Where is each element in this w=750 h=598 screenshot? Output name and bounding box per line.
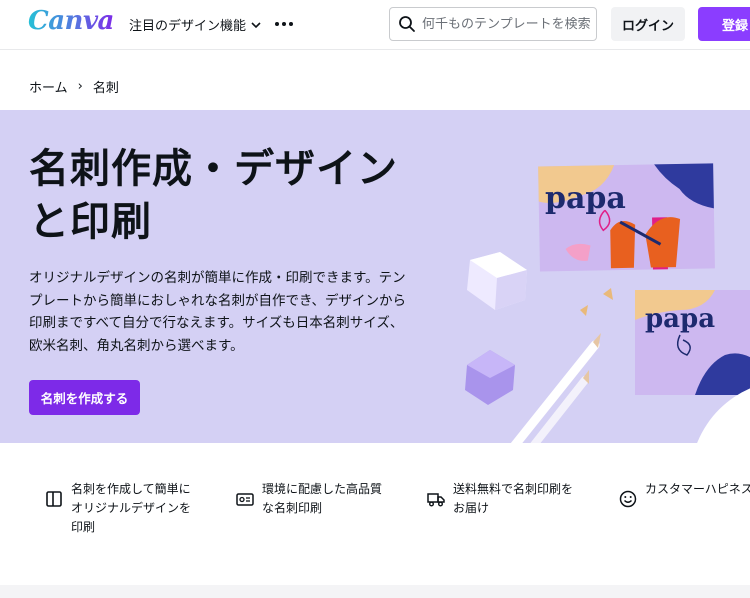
feature-item: 環境に配慮した高品質な名刺印刷 [236, 480, 387, 518]
featured-design-menu-label: 注目のデザイン機能 [129, 19, 247, 34]
card-bottom-text: papa [645, 304, 715, 334]
featured-design-menu[interactable]: 注目のデザイン機能 [129, 15, 262, 34]
breadcrumb-home-link[interactable]: ホーム [29, 77, 68, 96]
business-card-illustration: papa papa [465, 163, 750, 443]
signup-button[interactable]: 登録 [698, 7, 750, 41]
feature-text: カスタマーハピネス追求 [645, 482, 750, 496]
chevron-down-icon [251, 21, 261, 28]
more-menu-button[interactable] [272, 12, 296, 36]
shaving-decoration [603, 288, 613, 300]
breadcrumb-separator-icon: › [77, 79, 83, 94]
logo-text: Canva [28, 6, 114, 36]
page-title: 名刺作成・デザインと印刷 [29, 146, 398, 245]
feature-item: 名刺を作成して簡単にオリジナルデザインを印刷 [45, 480, 201, 537]
feature-text: 名刺を作成して簡単にオリジナルデザインを印刷 [71, 482, 192, 534]
more-dot-icon [289, 22, 293, 26]
feature-text: 送料無料で名刺印刷をお届け [453, 482, 574, 515]
search-box[interactable] [389, 7, 597, 41]
id-card-icon [236, 493, 254, 506]
search-input[interactable] [422, 16, 590, 32]
more-dot-icon [282, 22, 286, 26]
card-top-image [538, 163, 715, 272]
hero-description: オリジナルデザインの名刺が簡単に作成・印刷できます。テンプレートから簡単におしゃ… [29, 270, 407, 354]
truck-icon [427, 493, 445, 507]
login-button[interactable]: ログイン [611, 7, 685, 41]
layout-icon [46, 491, 62, 507]
create-business-card-button[interactable]: 名刺を作成する [29, 380, 140, 415]
search-icon [399, 16, 415, 32]
cube-decoration [467, 252, 527, 310]
cube-purple-decoration [465, 350, 515, 405]
hero-section: 名刺作成・デザインと印刷 オリジナルデザインの名刺が簡単に作成・印刷できます。テ… [0, 110, 750, 443]
canva-logo[interactable]: Canva [28, 6, 114, 36]
feature-item: 送料無料で名刺印刷をお届け [427, 480, 583, 518]
section-divider [0, 585, 750, 598]
feature-text: 環境に配慮した高品質な名刺印刷 [262, 482, 383, 515]
shaving-decoration [580, 305, 588, 316]
pencil-decoration [510, 333, 601, 443]
breadcrumb: ホーム › 名刺 [29, 77, 119, 96]
card-top-text: papa [545, 181, 626, 216]
smile-icon [619, 490, 637, 508]
more-dot-icon [275, 22, 279, 26]
feature-item: カスタマーハピネス追求 [619, 480, 750, 508]
breadcrumb-current: 名刺 [92, 81, 119, 96]
site-header: Canva 注目のデザイン機能 ログイン 登録 [0, 0, 750, 50]
feature-list: 名刺を作成して簡単にオリジナルデザインを印刷 環境に配慮した高品質な名刺印刷 送… [0, 480, 750, 550]
